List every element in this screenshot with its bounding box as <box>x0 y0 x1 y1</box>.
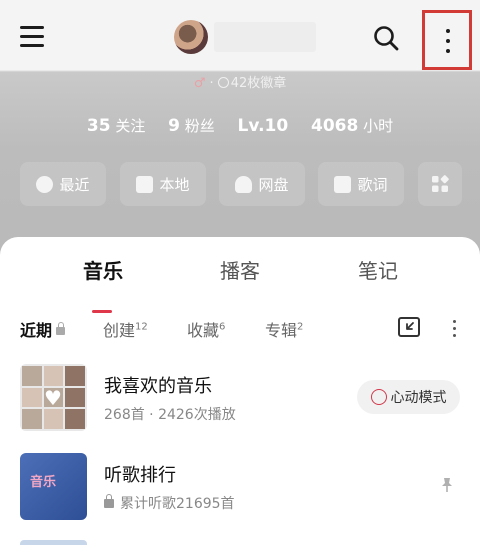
library-tabs: 音乐 播客 笔记 <box>0 255 480 313</box>
apps-icon <box>432 175 449 192</box>
gender-icon: ♂ <box>193 76 206 91</box>
clock-icon <box>36 175 54 193</box>
stat-following[interactable]: 35 关注 <box>87 115 145 136</box>
stat-hours[interactable]: 4068 小时 <box>311 115 393 136</box>
library-sheet: 音乐 播客 笔记 近期 创建12 收藏6 专辑2 ♥ 我喜欢的音乐 268首 ·… <box>0 237 480 545</box>
pin-icon[interactable] <box>440 477 454 493</box>
heartbeat-mode-button[interactable]: 心动模式 <box>357 380 460 414</box>
filter-collected[interactable]: 收藏6 <box>187 317 225 341</box>
username-redacted <box>214 22 316 52</box>
next-playlist-cover <box>20 540 87 545</box>
playlist-subtitle: 累计听歌21695首 <box>104 493 235 513</box>
tab-podcast[interactable]: 播客 <box>190 255 290 284</box>
more-options-icon[interactable] <box>422 10 472 70</box>
playlist-ranking[interactable]: 音乐 听歌排行 累计听歌21695首 <box>0 453 480 523</box>
playlist-title: 听歌排行 <box>104 465 176 486</box>
stat-level[interactable]: Lv.10 <box>238 116 289 136</box>
playlist-title: 我喜欢的音乐 <box>104 376 212 397</box>
tab-notes[interactable]: 笔记 <box>328 255 428 284</box>
ranking-cover-image: 音乐 <box>20 453 87 520</box>
heart-icon: ♥ <box>44 386 62 410</box>
active-tab-indicator <box>92 310 112 313</box>
heartbeat-icon <box>370 389 387 405</box>
sheet-more-icon[interactable] <box>450 317 460 339</box>
medal-icon <box>217 77 229 88</box>
quick-lyrics-button[interactable]: 歌词 <box>318 162 404 206</box>
top-bar <box>0 0 480 72</box>
badge-count[interactable]: 42枚徽章 <box>231 76 287 91</box>
quick-local-button[interactable]: 本地 <box>120 162 206 206</box>
lock-icon <box>104 494 114 508</box>
badge-info: ♂ · 42枚徽章 <box>193 76 287 91</box>
menu-icon[interactable] <box>18 24 46 50</box>
stat-followers[interactable]: 9 粉丝 <box>168 115 215 136</box>
cloud-icon <box>235 175 253 193</box>
search-icon[interactable] <box>372 24 400 52</box>
avatar[interactable] <box>174 20 208 54</box>
profile-stats: 35 关注 9 粉丝 Lv.10 4068 小时 <box>0 115 480 136</box>
filter-recent[interactable]: 近期 <box>20 317 66 341</box>
quick-more-button[interactable] <box>418 162 462 206</box>
filter-albums[interactable]: 专辑2 <box>265 317 303 341</box>
quick-cloud-button[interactable]: 网盘 <box>219 162 305 206</box>
tab-music[interactable]: 音乐 <box>53 255 153 284</box>
playlist-subtitle: 268首 · 2426次播放 <box>104 407 236 423</box>
lyrics-icon <box>334 175 352 193</box>
quick-recent-button[interactable]: 最近 <box>20 162 106 206</box>
lock-icon <box>56 322 66 335</box>
import-icon[interactable] <box>398 317 420 337</box>
quick-access-row: 最近 本地 网盘 歌词 <box>20 162 465 206</box>
download-icon <box>136 175 154 193</box>
filter-created[interactable]: 创建12 <box>103 317 148 341</box>
